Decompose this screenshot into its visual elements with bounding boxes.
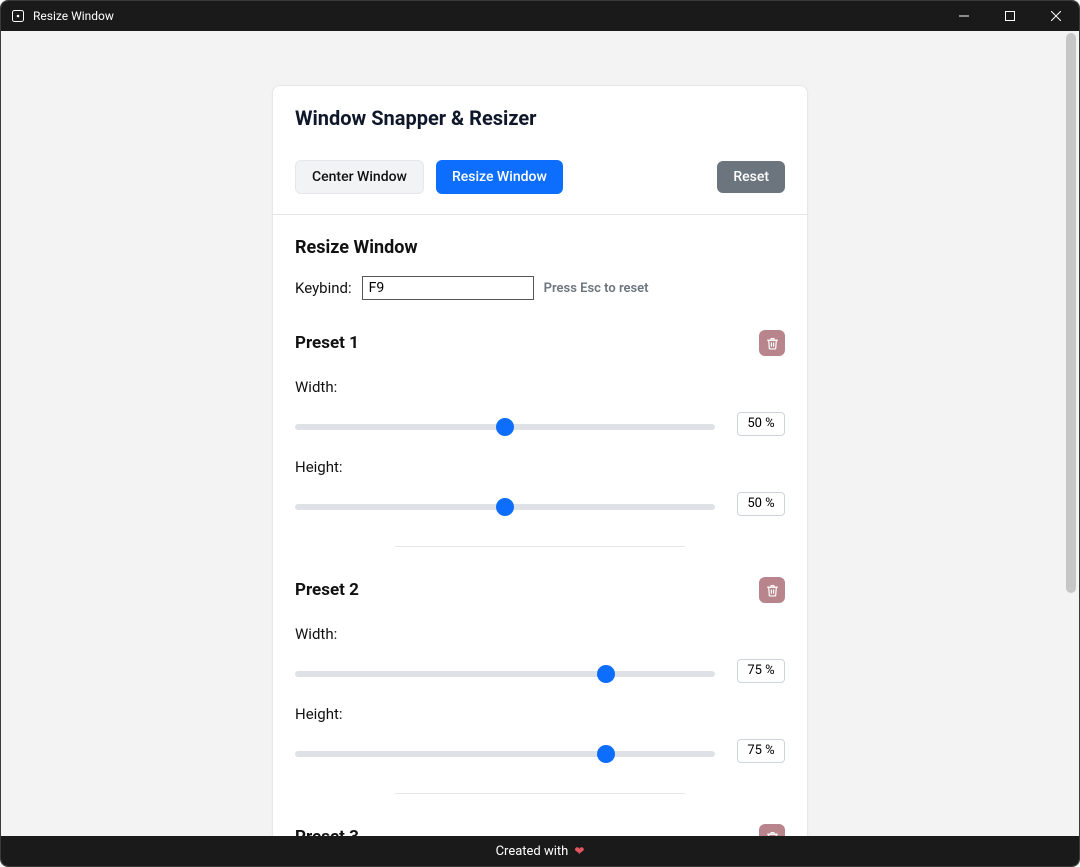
divider xyxy=(395,546,685,547)
preset-2-height-group: Height: 75 % xyxy=(295,705,785,763)
card-body: Resize Window Keybind: Press Esc to rese… xyxy=(273,215,807,836)
titlebar: Resize Window xyxy=(1,1,1079,31)
preset-1-width-value[interactable]: 50 % xyxy=(737,412,785,436)
footer-text: Created with xyxy=(496,844,569,859)
reset-button[interactable]: Reset xyxy=(717,161,785,193)
height-label: Height: xyxy=(295,705,785,723)
preset-2-width-value[interactable]: 75 % xyxy=(737,659,785,683)
content-area: Window Snapper & Resizer Center Window R… xyxy=(1,31,1079,836)
window-frame: Resize Window Window Snapper & Resizer xyxy=(0,0,1080,867)
keybind-row: Keybind: Press Esc to reset xyxy=(295,276,785,300)
preset-1-width-slider[interactable] xyxy=(295,424,715,430)
trash-icon xyxy=(766,584,779,597)
preset-1-height-value[interactable]: 50 % xyxy=(737,492,785,516)
window-controls xyxy=(941,1,1079,31)
section-title: Resize Window xyxy=(295,237,785,258)
close-button[interactable] xyxy=(1033,1,1079,31)
scrollbar-thumb[interactable] xyxy=(1066,33,1076,593)
delete-preset-1-button[interactable] xyxy=(759,330,785,356)
trash-icon xyxy=(766,337,779,350)
delete-preset-3-button[interactable] xyxy=(759,824,785,836)
trash-icon xyxy=(766,831,779,837)
preset-2-width-group: Width: 75 % xyxy=(295,625,785,683)
preset-2-width-slider[interactable] xyxy=(295,671,715,677)
preset-2-height-value[interactable]: 75 % xyxy=(737,739,785,763)
settings-card: Window Snapper & Resizer Center Window R… xyxy=(272,85,808,836)
preset-2-height-slider[interactable] xyxy=(295,751,715,757)
preset-1-height-group: Height: 50 % xyxy=(295,458,785,516)
preset-1-width-group: Width: 50 % xyxy=(295,378,785,436)
keybind-label: Keybind: xyxy=(295,279,352,297)
footer: Created with ❤ xyxy=(1,836,1079,866)
card-header: Window Snapper & Resizer Center Window R… xyxy=(273,86,807,215)
heart-icon: ❤ xyxy=(574,844,584,858)
keybind-hint: Press Esc to reset xyxy=(544,281,649,296)
keybind-input[interactable] xyxy=(362,276,534,300)
vertical-scrollbar[interactable] xyxy=(1064,33,1078,834)
tab-center-window[interactable]: Center Window xyxy=(295,160,424,194)
window-title: Resize Window xyxy=(33,9,114,23)
divider xyxy=(395,793,685,794)
app-icon xyxy=(11,9,25,23)
maximize-button[interactable] xyxy=(987,1,1033,31)
preset-1-height-slider[interactable] xyxy=(295,504,715,510)
preset-1-name: Preset 1 xyxy=(295,333,359,353)
tab-resize-window[interactable]: Resize Window xyxy=(436,160,563,194)
preset-1-header: Preset 1 xyxy=(295,330,785,356)
delete-preset-2-button[interactable] xyxy=(759,577,785,603)
width-label: Width: xyxy=(295,378,785,396)
preset-3-header: Preset 3 xyxy=(295,824,785,836)
height-label: Height: xyxy=(295,458,785,476)
tab-row: Center Window Resize Window Reset xyxy=(295,160,785,194)
scroll-region: Window Snapper & Resizer Center Window R… xyxy=(1,31,1079,836)
width-label: Width: xyxy=(295,625,785,643)
preset-3-name: Preset 3 xyxy=(295,827,359,836)
minimize-button[interactable] xyxy=(941,1,987,31)
preset-2-name: Preset 2 xyxy=(295,580,359,600)
preset-2-header: Preset 2 xyxy=(295,577,785,603)
app-title: Window Snapper & Resizer xyxy=(295,106,785,130)
